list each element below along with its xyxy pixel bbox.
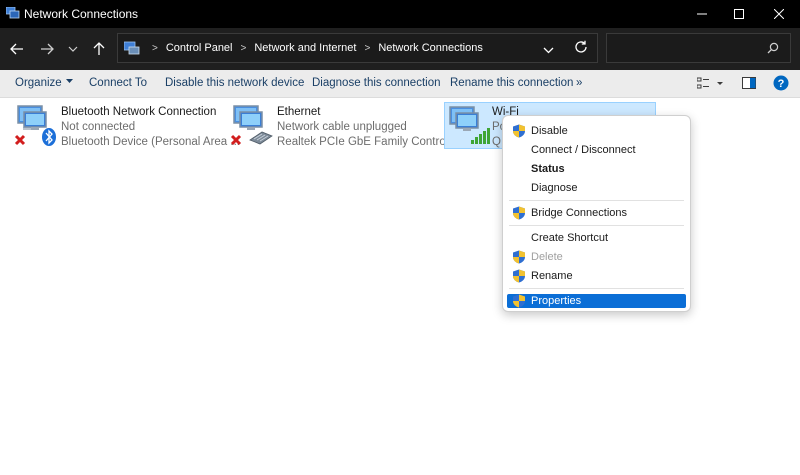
uac-shield-icon	[513, 206, 525, 220]
caret-down-icon	[65, 79, 73, 83]
breadcrumb-separator: >	[152, 42, 158, 54]
maximize-button[interactable]	[721, 0, 757, 28]
menu-item-bridge-connections[interactable]: Bridge Connections	[507, 206, 686, 220]
menu-item-label: Properties	[531, 295, 582, 307]
breadcrumb-network-and-internet[interactable]: Network and Internet	[254, 42, 356, 54]
svg-text:?: ?	[778, 78, 785, 90]
ethernet-adapter-icon	[230, 105, 273, 146]
bluetooth-adapter-icon	[14, 105, 56, 146]
up-button[interactable]	[90, 40, 108, 58]
connect-to-button[interactable]: Connect To	[89, 77, 147, 89]
uac-shield-icon	[513, 269, 525, 283]
connection-device: Bluetooth Device (Personal Area ...	[61, 136, 240, 148]
recent-locations-button[interactable]	[64, 40, 82, 58]
uac-shield-icon	[513, 124, 525, 138]
close-button[interactable]	[761, 0, 797, 28]
menu-item-delete: Delete	[507, 250, 686, 264]
menu-item-label: Connect / Disconnect	[531, 144, 636, 156]
connection-name: Ethernet	[277, 106, 321, 118]
preview-pane-button[interactable]	[742, 77, 756, 92]
search-input[interactable]	[606, 33, 791, 63]
menu-item-label: Create Shortcut	[531, 232, 609, 244]
breadcrumb-separator: >	[240, 42, 247, 54]
address-history-button[interactable]	[543, 43, 554, 57]
wifi-adapter-icon	[449, 106, 490, 144]
chevron-down-icon	[68, 46, 78, 52]
chevron-down-icon	[543, 47, 554, 54]
menu-item-label: Bridge Connections	[531, 207, 628, 219]
connection-item-ethernet[interactable]: Ethernet Network cable unplugged Realtek…	[228, 101, 461, 151]
change-view-button[interactable]	[696, 77, 725, 94]
menu-item-rename[interactable]: Rename	[507, 269, 686, 283]
control-panel-icon	[124, 41, 140, 55]
menu-item-label: Delete	[531, 251, 563, 263]
context-menu: Disable Connect / Disconnect Status Diag…	[502, 115, 691, 312]
view-details-icon	[696, 77, 723, 89]
menu-item-label: Diagnose	[531, 182, 578, 194]
connection-item-bluetooth[interactable]: Bluetooth Network Connection Not connect…	[12, 101, 240, 151]
menu-separator	[509, 200, 684, 201]
breadcrumb-network-connections[interactable]: Network Connections	[378, 42, 483, 54]
breadcrumb-control-panel[interactable]: Control Panel	[166, 42, 233, 54]
search-icon	[767, 42, 779, 54]
arrow-left-icon	[10, 43, 23, 55]
forward-button[interactable]	[38, 40, 56, 58]
connection-device: Realtek PCIe GbE Family Controller	[277, 136, 462, 148]
menu-item-create-shortcut[interactable]: Create Shortcut	[507, 231, 686, 245]
preview-pane-icon	[742, 77, 756, 89]
menu-item-label: Status	[531, 163, 565, 175]
menu-item-disable[interactable]: Disable	[507, 124, 686, 138]
menu-separator	[509, 288, 684, 289]
connection-status: Network cable unplugged	[277, 121, 407, 133]
organize-button[interactable]: Organize	[15, 77, 73, 89]
menu-separator	[509, 225, 684, 226]
arrow-up-icon	[93, 42, 105, 55]
uac-shield-icon	[513, 250, 525, 264]
network-connections-icon	[6, 7, 20, 19]
window-title: Network Connections	[24, 7, 139, 21]
minimize-button[interactable]	[684, 0, 720, 28]
close-icon	[774, 9, 784, 19]
more-commands-button[interactable]: »	[576, 77, 582, 89]
menu-item-status[interactable]: Status	[507, 162, 686, 176]
refresh-icon	[575, 40, 587, 53]
diagnose-connection-button[interactable]: Diagnose this connection	[312, 77, 441, 89]
uac-shield-icon	[513, 294, 525, 308]
menu-item-diagnose[interactable]: Diagnose	[507, 181, 686, 195]
breadcrumb: > Control Panel > Network and Internet >…	[124, 34, 483, 62]
rename-connection-button[interactable]: Rename this connection	[450, 77, 573, 89]
help-button[interactable]: ?	[773, 75, 789, 94]
back-button[interactable]	[8, 40, 26, 58]
address-bar: > Control Panel > Network and Internet >…	[0, 28, 800, 70]
breadcrumb-separator: >	[364, 42, 371, 54]
maximize-icon	[734, 9, 744, 19]
disable-device-button[interactable]: Disable this network device	[165, 77, 304, 89]
command-bar: Organize Connect To Disable this network…	[0, 70, 800, 98]
help-icon: ?	[773, 75, 789, 91]
connection-name: Bluetooth Network Connection	[61, 106, 217, 118]
refresh-button[interactable]	[574, 40, 588, 57]
title-bar: Network Connections	[0, 0, 800, 28]
menu-item-label: Disable	[531, 125, 568, 137]
connection-status: Not connected	[61, 121, 136, 133]
arrow-right-icon	[41, 43, 54, 55]
minimize-icon	[697, 13, 707, 15]
address-box[interactable]: > Control Panel > Network and Internet >…	[117, 33, 598, 63]
connection-device: Q	[492, 136, 501, 148]
menu-item-label: Rename	[531, 270, 573, 282]
organize-label: Organize	[15, 77, 62, 89]
menu-item-connect-disconnect[interactable]: Connect / Disconnect	[507, 143, 686, 157]
menu-item-properties[interactable]: Properties	[507, 294, 686, 308]
